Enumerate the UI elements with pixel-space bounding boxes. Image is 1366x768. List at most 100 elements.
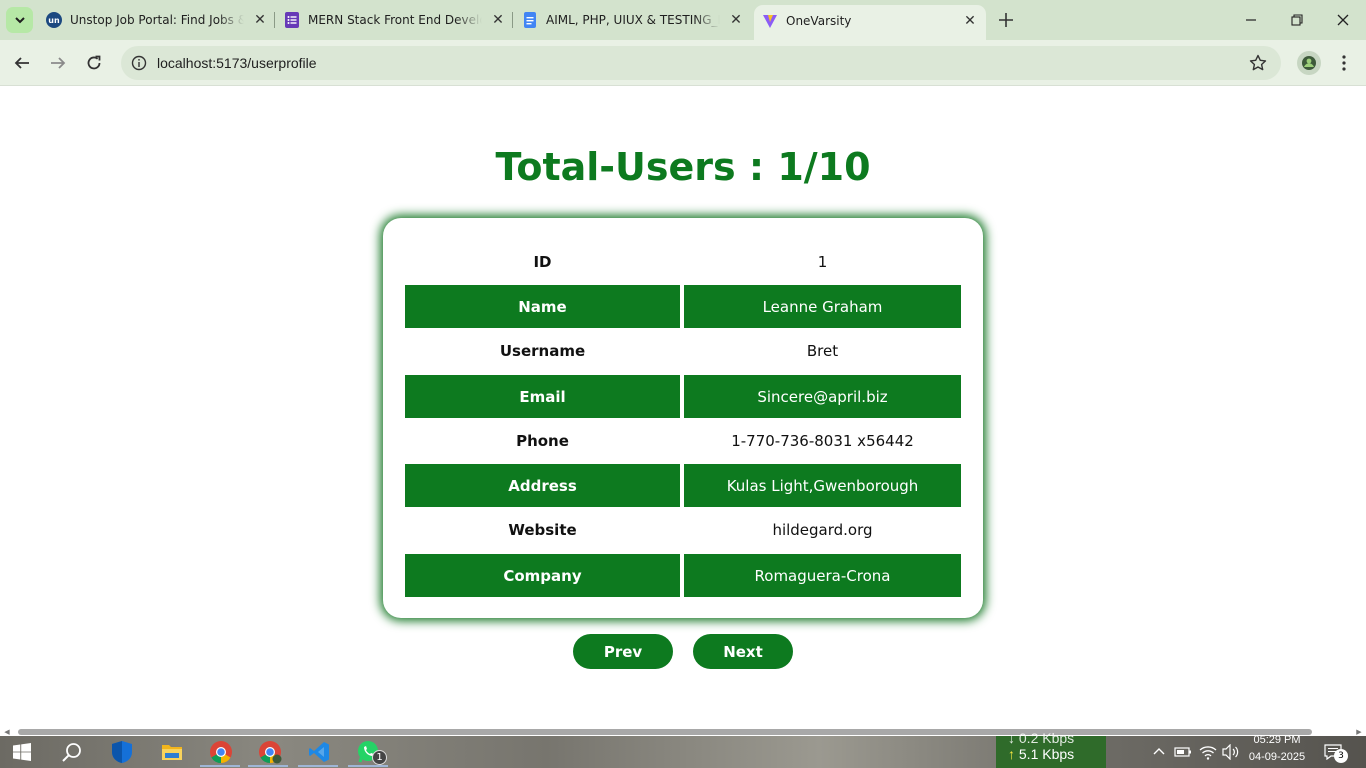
windows-icon	[13, 743, 31, 761]
tab-aiml[interactable]: AIML, PHP, UIUX & TESTING_Interns ✕	[522, 5, 744, 35]
field-row-website: Website hildegard.org	[405, 508, 961, 551]
field-label: Name	[405, 285, 680, 328]
field-row-company: Company Romaguera-Crona	[405, 554, 961, 597]
notifications-button[interactable]: 3	[1323, 740, 1348, 764]
battery-button[interactable]	[1173, 740, 1193, 764]
battery-icon	[1174, 747, 1191, 757]
reload-icon	[87, 55, 101, 70]
wifi-icon	[1199, 746, 1217, 760]
plus-icon	[999, 13, 1013, 27]
clock-time: 05:29 PM	[1253, 734, 1301, 746]
file-explorer-button[interactable]	[158, 738, 186, 766]
net-up-text: ↑ 5.1 Kbps	[1008, 746, 1075, 762]
defender-button[interactable]	[108, 738, 136, 766]
tab-title: MERN Stack Front End Developer	[308, 13, 482, 27]
chevron-up-icon	[1153, 748, 1165, 755]
star-icon[interactable]	[1249, 54, 1267, 72]
url-text[interactable]: localhost:5173/userprofile	[157, 55, 317, 71]
notification-badge: 1	[372, 750, 387, 765]
field-value: Sincere@april.biz	[684, 375, 961, 418]
info-icon[interactable]	[131, 55, 147, 71]
scroll-left-icon[interactable]: ◀	[2, 728, 12, 736]
tab-onevarsity[interactable]: OneVarsity ✕	[754, 5, 986, 40]
field-value: Leanne Graham	[684, 285, 961, 328]
chrome-icon	[259, 741, 282, 764]
back-button[interactable]	[10, 51, 34, 75]
search-icon	[62, 743, 81, 762]
chrome-profile-button[interactable]	[256, 738, 284, 766]
active-app-indicator	[348, 765, 388, 767]
field-value: 1-770-736-8031 x56442	[731, 431, 914, 450]
horizontal-scrollbar[interactable]: ◀ ▶	[0, 728, 1366, 736]
whatsapp-button[interactable]: 1	[354, 738, 387, 766]
clock-date: 04-09-2025	[1248, 751, 1306, 763]
restore-button[interactable]	[1285, 8, 1309, 32]
tab-separator	[512, 12, 513, 28]
field-value: Kulas Light,Gwenborough	[684, 464, 961, 507]
arrow-right-icon	[51, 57, 66, 69]
system-clock[interactable]: 05:29 PM 04-09-2025	[1244, 732, 1310, 766]
minimize-icon	[1246, 19, 1256, 21]
close-icon[interactable]: ✕	[962, 13, 978, 29]
tab-unstop[interactable]: un Unstop Job Portal: Find Jobs & Intern…	[46, 5, 268, 35]
tab-title: OneVarsity	[786, 13, 852, 28]
show-hidden-icons-button[interactable]	[1149, 740, 1169, 764]
close-window-button[interactable]	[1331, 8, 1355, 32]
close-icon	[1337, 14, 1349, 26]
vite-icon	[762, 13, 778, 29]
field-row-address: Address Kulas Light,Gwenborough	[405, 464, 961, 507]
field-label: Company	[405, 554, 680, 597]
folder-icon	[162, 745, 182, 760]
user-card: ID 1 Name Leanne Graham Username Bret Em…	[383, 218, 983, 618]
prev-button[interactable]: Prev	[573, 634, 673, 669]
vscode-icon	[309, 742, 329, 762]
browser-toolbar: localhost:5173/userprofile	[0, 40, 1366, 86]
wifi-button[interactable]	[1198, 740, 1218, 764]
tab-search-button[interactable]	[6, 7, 33, 33]
net-down-value: 0.2 Kbps	[1018, 730, 1075, 746]
field-row-username: Username Bret	[405, 329, 961, 372]
field-value: Bret	[806, 341, 839, 360]
field-label: Website	[508, 520, 577, 539]
chrome-icon	[210, 741, 232, 763]
close-icon[interactable]: ✕	[252, 12, 268, 28]
search-button[interactable]	[58, 738, 86, 766]
profile-avatar[interactable]	[1297, 51, 1321, 75]
close-icon[interactable]: ✕	[728, 12, 744, 28]
unstop-icon: un	[46, 12, 62, 28]
tab-title: Unstop Job Portal: Find Jobs & Internshi…	[70, 13, 244, 27]
svg-text:un: un	[48, 16, 60, 25]
net-down-text: ↓ 0.2 Kbps	[1008, 730, 1075, 746]
next-button[interactable]: Next	[693, 634, 793, 669]
field-label: ID	[533, 252, 552, 271]
new-tab-button[interactable]	[996, 10, 1016, 30]
net-up-value: 5.1 Kbps	[1018, 746, 1075, 762]
tab-strip: un Unstop Job Portal: Find Jobs & Intern…	[0, 0, 1366, 40]
forms-icon	[284, 12, 300, 28]
arrow-left-icon	[14, 57, 29, 69]
chrome-button[interactable]	[207, 738, 235, 766]
speaker-icon	[1222, 744, 1239, 760]
start-button[interactable]	[8, 738, 36, 766]
minimize-button[interactable]	[1239, 8, 1263, 32]
address-bar[interactable]: localhost:5173/userprofile	[121, 46, 1281, 80]
close-icon[interactable]: ✕	[490, 12, 506, 28]
tab-mern[interactable]: MERN Stack Front End Developer ✕	[284, 5, 506, 35]
field-row-name: Name Leanne Graham	[405, 285, 961, 328]
scroll-right-icon[interactable]: ▶	[1354, 728, 1364, 736]
forward-button[interactable]	[46, 51, 70, 75]
tab-title: AIML, PHP, UIUX & TESTING_Interns	[546, 13, 720, 27]
field-label: Email	[405, 375, 680, 418]
field-row-id: ID 1	[405, 240, 961, 283]
volume-button[interactable]	[1221, 740, 1241, 764]
field-label: Username	[499, 341, 586, 360]
field-label: Address	[405, 464, 680, 507]
browser-menu-button[interactable]	[1334, 51, 1354, 75]
field-row-phone: Phone 1-770-736-8031 x56442	[405, 419, 961, 462]
avatar-icon	[1302, 56, 1316, 70]
vscode-button[interactable]	[305, 738, 333, 766]
active-app-indicator	[200, 765, 240, 767]
reload-button[interactable]	[82, 51, 106, 75]
active-app-indicator	[298, 765, 338, 767]
scrollbar-thumb[interactable]	[18, 729, 1312, 735]
